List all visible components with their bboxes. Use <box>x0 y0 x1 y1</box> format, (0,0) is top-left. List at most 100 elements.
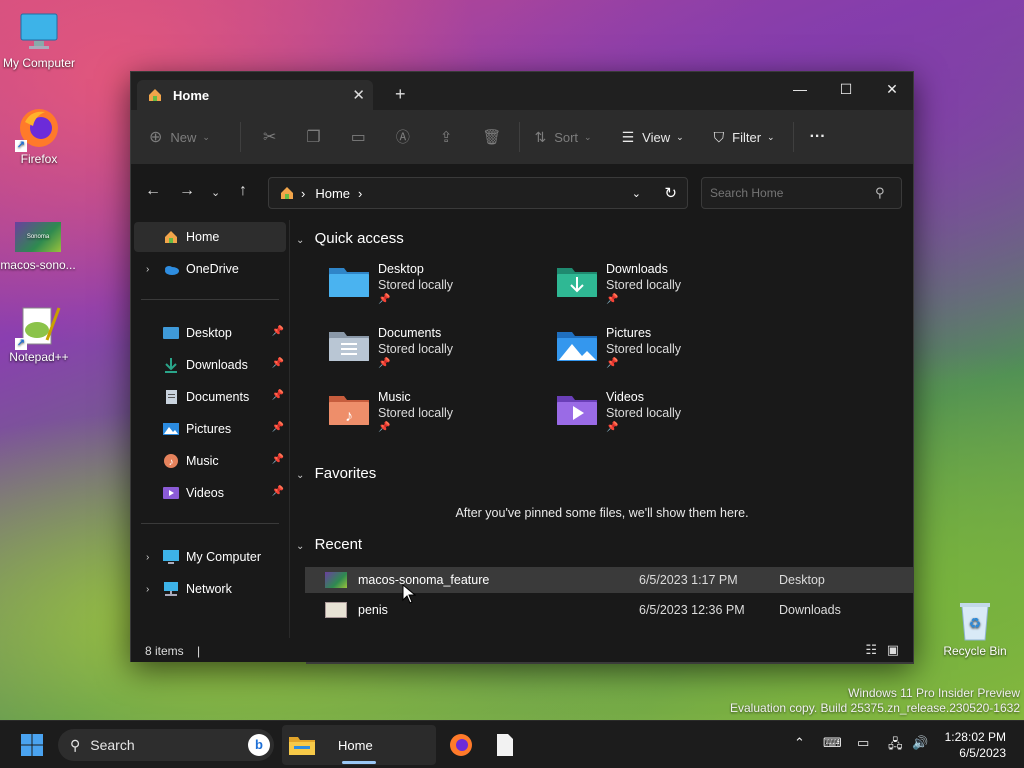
tablet-mode-icon[interactable]: ▭ <box>857 735 869 751</box>
forward-button[interactable]: → <box>179 182 195 200</box>
search-input[interactable] <box>701 177 902 209</box>
cut-button[interactable]: ✂ <box>263 127 276 147</box>
home-icon <box>281 187 293 199</box>
rename-icon: Ⓐ <box>395 129 410 145</box>
close-window-button[interactable]: ✕ <box>869 76 915 102</box>
file-icon[interactable] <box>496 733 514 757</box>
taskbar-file-explorer[interactable]: Home <box>282 725 436 765</box>
sidebar-item-label: Music <box>186 454 219 468</box>
refresh-icon[interactable]: ↻ <box>664 184 677 202</box>
share-button[interactable]: ⇪ <box>440 128 453 146</box>
quick-access-downloads[interactable]: Downloads Stored locally 📌 <box>556 262 756 322</box>
desktop-icon-my-computer[interactable]: My Computer <box>1 10 77 70</box>
new-label: New <box>170 129 197 145</box>
cloud-icon <box>165 266 179 275</box>
quick-access-videos[interactable]: Videos Stored locally 📌 <box>556 390 756 450</box>
quick-access-subtitle: Stored locally <box>606 406 682 420</box>
quick-access-desktop[interactable]: Desktop Stored locally 📌 <box>328 262 528 322</box>
desktop-folder-icon <box>163 327 179 339</box>
show-hidden-icons-button[interactable]: ⌃ <box>794 735 805 751</box>
chevron-down-icon: ⌄ <box>676 131 684 142</box>
breadcrumb-home[interactable]: Home <box>315 186 350 201</box>
sidebar-item-label: Network <box>186 582 232 596</box>
maximize-button[interactable]: ☐ <box>823 76 869 102</box>
expand-chevron-icon[interactable]: › <box>146 552 149 563</box>
recent-date: 6/5/2023 1:17 PM <box>639 573 738 587</box>
copy-button[interactable]: ❐ <box>306 127 320 147</box>
desktop-icon-label: macos-sono... <box>0 258 76 272</box>
sidebar-item-label: Desktop <box>186 326 232 340</box>
quick-access-music[interactable]: ♪ Music Stored locally 📌 <box>328 390 528 450</box>
videos-folder-icon <box>557 396 597 425</box>
section-favorites[interactable]: ⌄ Favorites <box>296 465 376 482</box>
firefox-icon[interactable] <box>449 733 473 757</box>
quick-access-pictures[interactable]: Pictures Stored locally 📌 <box>556 326 756 386</box>
windows-watermark: Windows 11 Pro Insider Preview Evaluatio… <box>730 686 1020 716</box>
sidebar-item-pictures[interactable]: Pictures 📌 <box>134 414 286 444</box>
desktop-icon-notepadpp[interactable]: ↗ Notepad++ <box>1 304 77 364</box>
quick-access-documents[interactable]: Documents Stored locally 📌 <box>328 326 528 386</box>
desktop-icon-image[interactable]: Sonoma macos-sono... <box>0 216 76 272</box>
filter-button[interactable]: ⛉ Filter ⌄ <box>714 129 775 146</box>
section-title: Quick access <box>314 230 404 247</box>
sort-label: Sort <box>554 129 579 145</box>
sidebar-item-downloads[interactable]: Downloads 📌 <box>134 350 286 380</box>
minimize-button[interactable]: — <box>777 76 823 102</box>
taskbar-search[interactable]: ⚲ Search b <box>58 729 274 761</box>
paste-button[interactable]: ▭ <box>351 127 366 147</box>
section-quick-access[interactable]: ⌄ Quick access <box>296 230 404 247</box>
sidebar-item-home[interactable]: Home <box>134 222 286 252</box>
sort-button[interactable]: ⇅ Sort ⌄ <box>534 129 591 146</box>
desktop-icon-recycle-bin[interactable]: ♻ Recycle Bin <box>937 598 1013 658</box>
tab-home[interactable]: Home ✕ <box>137 80 373 110</box>
recent-locations-button[interactable]: ⌄ <box>211 186 220 199</box>
section-recent[interactable]: ⌄ Recent <box>296 536 362 553</box>
recent-row-2[interactable]: penis 6/5/2023 12:36 PM Downloads <box>305 597 913 623</box>
pin-icon: 📌 <box>378 294 391 305</box>
network-status-icon[interactable]: 🖧 <box>888 735 903 757</box>
shortcut-arrow-icon: ↗ <box>15 140 27 152</box>
pin-icon: 📌 <box>606 294 619 305</box>
recent-date: 6/5/2023 12:36 PM <box>639 603 745 617</box>
copy-icon: ❐ <box>306 129 321 146</box>
volume-icon[interactable]: 🔊 <box>912 735 928 751</box>
sidebar-item-my-computer[interactable]: › My Computer <box>134 542 286 572</box>
taskbar-clock[interactable]: 1:28:02 PM 6/5/2023 <box>945 729 1006 761</box>
sidebar-item-desktop[interactable]: Desktop 📌 <box>134 318 286 348</box>
new-tab-button[interactable]: + <box>395 84 406 105</box>
windows-start-icon[interactable] <box>20 733 44 757</box>
view-label: View <box>642 129 671 145</box>
pictures-folder-icon <box>557 332 597 361</box>
desktop-icon-label: Firefox <box>20 152 58 166</box>
quick-access-subtitle: Stored locally <box>378 406 454 420</box>
up-button[interactable]: ↑ <box>239 182 247 200</box>
sidebar-item-videos[interactable]: Videos 📌 <box>134 478 286 508</box>
desktop-icon-firefox[interactable]: ↗ Firefox <box>1 106 77 166</box>
quick-access-name: Downloads <box>606 262 668 276</box>
collapse-chevron-icon: ⌄ <box>296 470 305 481</box>
tiles-view-icon[interactable]: ▣ <box>887 642 899 658</box>
more-options-button[interactable]: ··· <box>810 128 826 146</box>
command-bar: ⊕ New ⌄ ✂ ❐ ▭ Ⓐ ⇪ 🗑 ⇅ Sort ⌄ ☰ View ⌄ ⛉ … <box>131 110 913 164</box>
back-button[interactable]: ← <box>145 182 161 200</box>
new-button[interactable]: ⊕ New ⌄ <box>149 127 210 147</box>
breadcrumb-separator[interactable]: › <box>358 186 362 201</box>
expand-chevron-icon[interactable]: › <box>146 264 149 275</box>
recent-row-1[interactable]: macos-sonoma_feature 6/5/2023 1:17 PM De… <box>305 567 913 593</box>
details-view-icon[interactable]: ☷ <box>865 642 877 658</box>
svg-text:♪: ♪ <box>345 408 353 425</box>
rename-button[interactable]: Ⓐ <box>396 127 410 147</box>
delete-button[interactable]: 🗑 <box>482 128 501 146</box>
sidebar-item-music[interactable]: ♪ Music 📌 <box>134 446 286 476</box>
sidebar-item-documents[interactable]: Documents 📌 <box>134 382 286 412</box>
address-dropdown-icon[interactable]: ⌄ <box>632 187 641 200</box>
sidebar-item-network[interactable]: › Network <box>134 574 286 604</box>
sidebar-item-onedrive[interactable]: › OneDrive <box>134 254 286 284</box>
view-button[interactable]: ☰ View ⌄ <box>622 129 684 146</box>
keyboard-icon[interactable]: ⌨ <box>823 735 842 751</box>
address-bar[interactable]: › Home › ⌄ ↻ <box>268 177 688 209</box>
section-title: Favorites <box>314 465 377 482</box>
expand-chevron-icon[interactable]: › <box>146 584 149 595</box>
tab-close-button[interactable]: ✕ <box>352 86 365 104</box>
bing-icon[interactable]: b <box>248 734 270 756</box>
